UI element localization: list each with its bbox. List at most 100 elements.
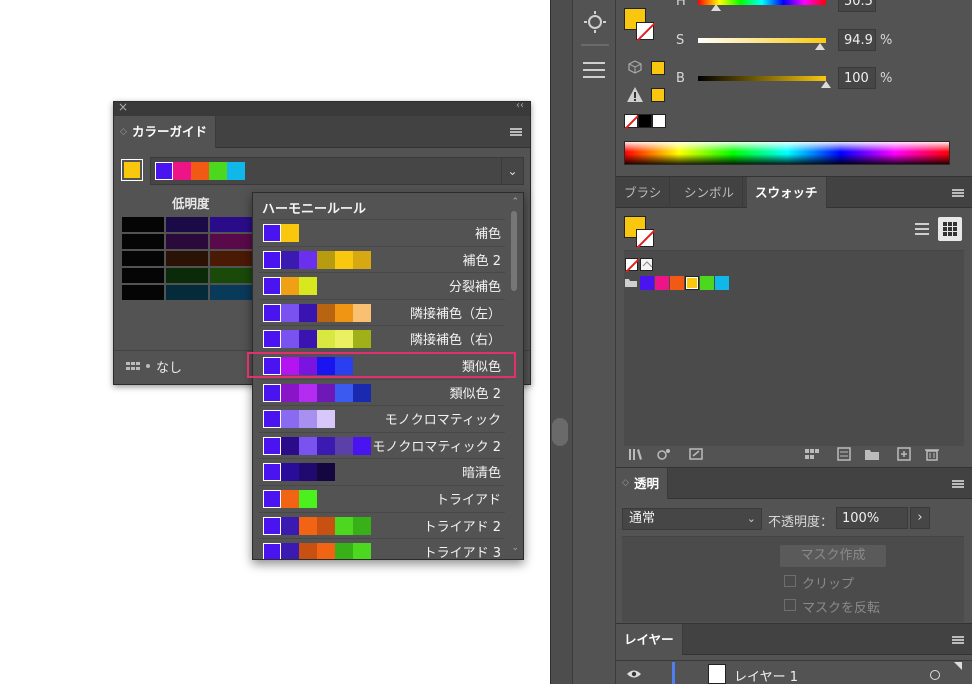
harmony-rule-row[interactable]: 類似色 2 <box>259 378 505 403</box>
new-swatch-icon[interactable] <box>896 447 912 461</box>
opacity-field[interactable]: 100% <box>836 507 908 529</box>
harmony-rule-row[interactable]: トライアド <box>259 485 505 509</box>
panel-titlebar[interactable]: × ‹‹ <box>114 100 530 116</box>
base-color-swatch[interactable] <box>121 159 143 181</box>
grid-options-icon[interactable] <box>126 360 142 372</box>
variation-cell[interactable] <box>210 285 252 300</box>
swatch[interactable] <box>670 276 684 290</box>
new-color-group-icon[interactable] <box>864 447 880 461</box>
make-mask-button[interactable]: マスク作成 <box>780 545 886 567</box>
panel-menu-icon[interactable] <box>952 189 964 197</box>
clip-checkbox[interactable] <box>784 575 796 587</box>
variation-cell[interactable] <box>166 251 208 266</box>
harmony-rule-row[interactable]: 補色 2 <box>259 245 505 270</box>
collapse-icon[interactable]: ‹‹ <box>516 100 524 111</box>
variation-cell[interactable] <box>166 285 208 300</box>
variation-cell[interactable] <box>122 268 164 283</box>
variation-cell[interactable] <box>166 268 208 283</box>
sun-icon[interactable] <box>583 10 607 34</box>
swatch-list-icon[interactable] <box>836 447 852 461</box>
black-swatch[interactable] <box>638 114 652 128</box>
variation-cell[interactable] <box>210 234 252 249</box>
harmony-rule-row[interactable]: 隣接補色（左） <box>259 298 505 323</box>
folder-icon[interactable] <box>624 276 638 288</box>
list-view-icon[interactable] <box>912 219 932 239</box>
stroke-none-swatch[interactable] <box>636 22 656 42</box>
variation-cell[interactable] <box>166 234 208 249</box>
close-icon[interactable]: × <box>118 100 128 114</box>
variation-cell[interactable] <box>210 217 252 232</box>
target-circle-icon[interactable] <box>930 670 940 680</box>
harmony-rule-row[interactable]: モノクロマティック <box>259 405 505 429</box>
panel-menu-icon-2[interactable] <box>952 480 964 488</box>
panel-menu-icon-3[interactable] <box>952 636 964 644</box>
web-safe-swatch[interactable] <box>651 61 665 75</box>
s-slider-track[interactable] <box>698 38 826 43</box>
color-spectrum-bar[interactable] <box>624 141 950 165</box>
s-value-field[interactable]: 94.9 <box>838 29 876 51</box>
scrollbar-thumb[interactable] <box>511 211 517 291</box>
warning-icon[interactable] <box>626 86 644 104</box>
harmony-rule-row[interactable]: トライアド 2 <box>259 511 505 536</box>
harmony-color-swatch[interactable] <box>173 162 191 180</box>
variation-cell[interactable] <box>210 251 252 266</box>
scroll-down-icon[interactable]: ⌄ <box>511 543 519 553</box>
harmony-color-swatch[interactable] <box>209 162 227 180</box>
harmony-color-swatch[interactable] <box>227 162 245 180</box>
tab-brush[interactable]: ブラシ <box>616 177 671 208</box>
library-icon[interactable] <box>628 447 644 461</box>
harmony-rule-row[interactable]: 暗清色 <box>259 458 505 482</box>
swatch[interactable] <box>715 276 729 290</box>
s-slider-thumb[interactable] <box>815 43 825 50</box>
chevron-down-icon-2[interactable]: ⌄ <box>501 158 523 184</box>
invert-mask-checkbox[interactable] <box>784 599 796 611</box>
b-slider-track[interactable] <box>698 76 826 81</box>
panel-menu-icon-4[interactable] <box>510 128 522 136</box>
variation-cell[interactable] <box>122 285 164 300</box>
tab-layers[interactable]: レイヤー <box>616 624 683 655</box>
dock-resize-grip[interactable] <box>552 418 568 446</box>
layer-name[interactable]: レイヤー 1 <box>734 666 798 684</box>
swatch[interactable] <box>685 276 699 290</box>
trash-icon[interactable] <box>924 447 940 461</box>
none-swatch-2[interactable] <box>625 258 640 273</box>
blend-mode-select[interactable]: 通常 ⌄ <box>622 508 762 530</box>
white-swatch[interactable] <box>652 114 666 128</box>
tab-symbol[interactable]: シンボル <box>676 177 744 208</box>
swatch-options-icon[interactable] <box>688 447 704 461</box>
harmony-rule-row[interactable]: 隣接補色（右） <box>259 325 505 349</box>
tab-color-guide[interactable]: ◇ カラーガイド <box>114 116 217 148</box>
opacity-arrow-button[interactable]: › <box>910 507 930 529</box>
harmony-color-swatch[interactable] <box>191 162 209 180</box>
swatch[interactable] <box>655 276 669 290</box>
harmony-rule-row[interactable]: 分裂補色 <box>259 272 505 296</box>
variation-cell[interactable] <box>122 251 164 266</box>
variation-cell[interactable] <box>122 217 164 232</box>
grid-view-icon[interactable] <box>938 217 962 241</box>
harmony-rule-row[interactable]: トライアド 3 <box>259 538 505 559</box>
h-value-field[interactable]: 50.5 <box>838 0 876 12</box>
h-slider-thumb[interactable] <box>711 4 721 11</box>
tab-swatches[interactable]: スウォッチ <box>747 177 827 208</box>
tab-transparency[interactable]: ◇ 透明 <box>616 468 669 499</box>
variation-cell[interactable] <box>122 234 164 249</box>
variation-cell[interactable] <box>166 217 208 232</box>
scroll-up-icon[interactable]: ⌃ <box>511 197 519 207</box>
registration-swatch[interactable] <box>640 258 653 271</box>
hamburger-icon[interactable] <box>583 62 605 78</box>
show-swatch-kinds-icon[interactable] <box>804 447 820 461</box>
swatch[interactable] <box>700 276 714 290</box>
harmony-rule-row[interactable]: 補色 <box>259 219 505 243</box>
variation-cell[interactable] <box>210 268 252 283</box>
swatch-kind-icon[interactable] <box>656 447 672 461</box>
b-value-field[interactable]: 100 <box>838 67 876 89</box>
gamut-swatch[interactable] <box>651 88 665 102</box>
harmony-rule-row[interactable]: モノクロマティック 2 <box>259 431 505 456</box>
eye-icon[interactable] <box>626 668 642 680</box>
harmony-color-swatch[interactable] <box>155 162 173 180</box>
none-swatch[interactable] <box>624 114 640 130</box>
b-slider-thumb[interactable] <box>821 81 831 88</box>
harmony-bar-select[interactable]: ⌄ <box>150 157 524 185</box>
swatch[interactable] <box>640 276 654 290</box>
stroke-none-swatch-2[interactable] <box>636 229 656 249</box>
